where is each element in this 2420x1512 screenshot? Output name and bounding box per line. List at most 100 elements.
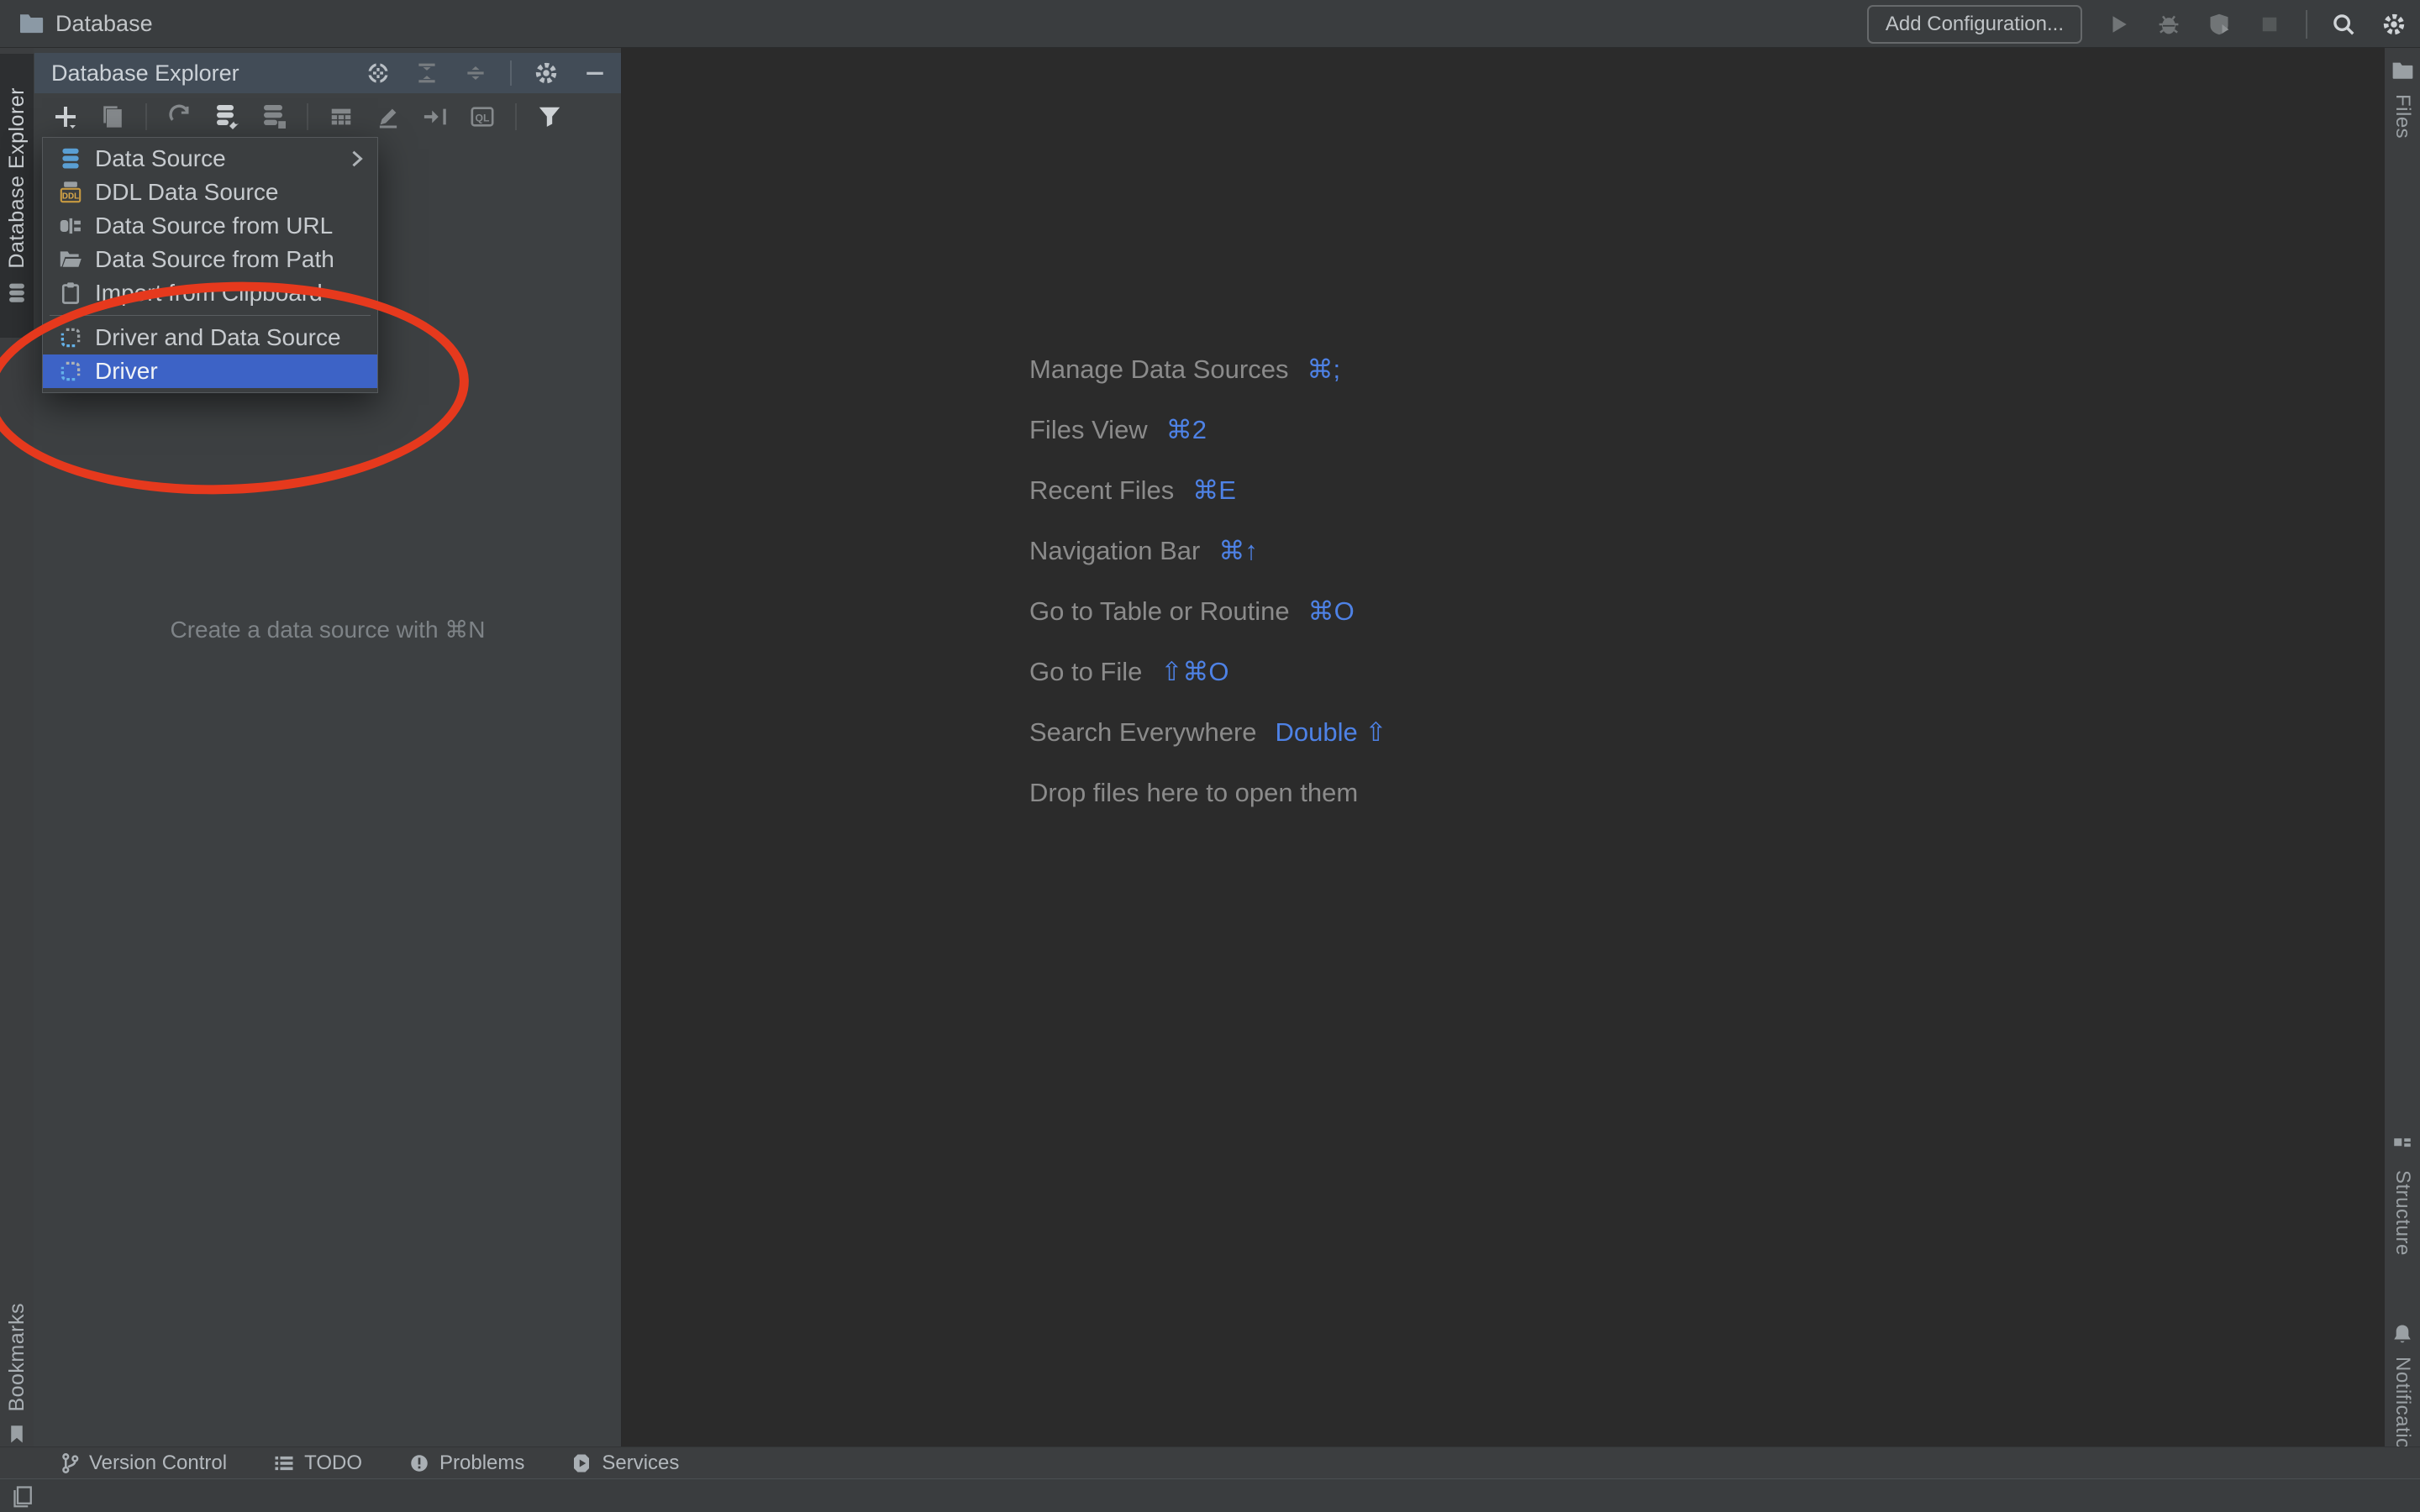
console-ql-icon[interactable]: QL: [468, 102, 497, 131]
menu-separator: [43, 310, 377, 321]
table-grid-icon[interactable]: [327, 102, 355, 131]
tool-button-services[interactable]: Services: [571, 1452, 679, 1475]
sidebar-tab-label: Structure: [2391, 1170, 2414, 1256]
shortcut-row[interactable]: Navigation Bar ⌘↑: [1029, 521, 1386, 581]
menu-item-driver-and-data-source[interactable]: Driver and Data Source: [43, 321, 377, 354]
explorer-toolbar: QL: [34, 93, 621, 140]
shortcut-label: Manage Data Sources: [1029, 354, 1289, 384]
tool-button-label: Version Control: [89, 1451, 228, 1474]
header-separator: [510, 60, 512, 86]
menu-item-label: Data Source: [95, 145, 226, 171]
refresh-icon[interactable]: [166, 102, 194, 131]
collapse-all-icon[interactable]: [461, 59, 490, 87]
sidebar-tab-label: Database Explorer: [4, 87, 29, 269]
stop-icon[interactable]: [2255, 10, 2284, 39]
menu-item-label: DDL Data Source: [95, 179, 279, 205]
edit-pencil-icon[interactable]: [374, 102, 402, 131]
left-tool-stripe: Database Explorer Bookmarks: [0, 48, 34, 1478]
toolbar-separator: [515, 103, 517, 130]
git-branch-icon: [60, 1452, 79, 1474]
database-detach-icon[interactable]: [260, 102, 288, 131]
ide-window: { "titlebar": { "project": "Database", "…: [0, 0, 2420, 1512]
create-data-source-hint: Create a data source with ⌘N: [170, 617, 486, 643]
sidebar-tab-structure[interactable]: Structure: [2385, 1137, 2420, 1313]
tool-button-version-control[interactable]: Version Control: [60, 1452, 227, 1475]
tool-button-problems[interactable]: Problems: [409, 1452, 524, 1475]
sidebar-tab-files[interactable]: Files: [2385, 60, 2420, 241]
add-plus-icon[interactable]: [51, 102, 80, 131]
database-wrench-icon[interactable]: [213, 102, 241, 131]
hide-panel-icon[interactable]: [581, 59, 609, 87]
bell-icon: [2391, 1323, 2413, 1345]
shortcut-row[interactable]: Go to Table or Routine ⌘O: [1029, 581, 1386, 642]
tool-button-label: TODO: [304, 1451, 362, 1474]
menu-item-data-source[interactable]: Data Source: [43, 142, 377, 176]
open-folder-icon: [58, 247, 83, 272]
shortcut-label: Recent Files: [1029, 475, 1175, 505]
project-breadcrumb[interactable]: Database: [0, 11, 153, 37]
driver-icon: [58, 359, 83, 384]
shortcut-keys: ⌘2: [1165, 415, 1207, 444]
bookmark-icon: [7, 1424, 27, 1444]
sidebar-tab-label: Files: [2391, 94, 2414, 139]
menu-item-data-source-from-path[interactable]: Data Source from Path: [43, 243, 377, 276]
menu-item-label: Driver and Data Source: [95, 324, 341, 350]
shortcut-label: Files View: [1029, 415, 1148, 444]
shortcut-row: Drop files here to open them: [1029, 763, 1386, 823]
titlebar-separator: [2306, 9, 2307, 39]
jump-to-icon[interactable]: [421, 102, 450, 131]
menu-item-label: Data Source from Path: [95, 246, 334, 272]
shortcut-row[interactable]: Go to File ⇧⌘O: [1029, 642, 1386, 702]
driver-icon: [58, 325, 83, 350]
tool-button-todo[interactable]: TODO: [274, 1452, 362, 1475]
toolbar-separator: [307, 103, 308, 130]
bottom-tool-bar: Version Control TODO Problems Services: [0, 1446, 2420, 1478]
add-data-source-menu: Data Source DDL DDL Data Source Data Sou…: [42, 137, 378, 393]
shortcut-label: Navigation Bar: [1029, 536, 1201, 565]
sidebar-tab-label: Bookmarks: [4, 1303, 29, 1412]
menu-item-label: Driver: [95, 358, 158, 384]
shortcut-keys: ⌘E: [1192, 475, 1236, 505]
shield-play-icon[interactable]: [2205, 10, 2233, 39]
panel-header: Database Explorer: [34, 53, 621, 93]
problems-icon: [409, 1453, 429, 1473]
add-configuration-button[interactable]: Add Configuration...: [1866, 4, 2082, 44]
tool-button-label: Problems: [439, 1451, 525, 1474]
plug-icon: [58, 213, 83, 239]
svg-text:DDL: DDL: [62, 192, 79, 202]
submenu-chevron-icon: [350, 150, 364, 168]
sidebar-tab-bookmarks[interactable]: Bookmarks: [0, 1298, 34, 1449]
menu-item-data-source-from-url[interactable]: Data Source from URL: [43, 209, 377, 243]
shortcut-keys: Double ⇧: [1275, 717, 1387, 747]
duplicate-icon[interactable]: [98, 102, 127, 131]
run-icon[interactable]: [2104, 10, 2133, 39]
structure-icon: [2392, 1137, 2412, 1157]
panel-options-gear-icon[interactable]: [532, 59, 560, 87]
shortcut-row[interactable]: Recent Files ⌘E: [1029, 460, 1386, 521]
shortcut-row[interactable]: Files View ⌘2: [1029, 400, 1386, 460]
debug-bug-icon[interactable]: [2154, 10, 2183, 39]
sidebar-tab-database-explorer[interactable]: Database Explorer: [0, 54, 34, 338]
right-tool-stripe: Files Structure Notifications: [2385, 48, 2420, 1478]
database-icon: [58, 146, 83, 171]
window-layout-icon[interactable]: [12, 1484, 35, 1508]
menu-item-ddl-data-source[interactable]: DDL DDL Data Source: [43, 176, 377, 209]
expand-all-icon[interactable]: [413, 59, 441, 87]
menu-item-import-from-clipboard[interactable]: Import from Clipboard: [43, 276, 377, 310]
settings-gear-icon[interactable]: [2380, 10, 2408, 39]
shortcut-keys: ⌘↑: [1218, 536, 1258, 565]
shortcut-row[interactable]: Manage Data Sources ⌘;: [1029, 339, 1386, 400]
database-icon: [6, 282, 28, 304]
filter-icon[interactable]: [535, 102, 564, 131]
search-icon[interactable]: [2329, 10, 2358, 39]
menu-item-driver[interactable]: Driver: [43, 354, 377, 388]
clipboard-icon: [58, 281, 83, 306]
services-icon: [571, 1453, 592, 1473]
shortcut-row[interactable]: Search Everywhere Double ⇧: [1029, 702, 1386, 763]
ddl-file-icon: DDL: [58, 180, 83, 205]
locate-target-icon[interactable]: [364, 59, 392, 87]
shortcut-label: Go to File: [1029, 657, 1143, 686]
shortcut-label: Search Everywhere: [1029, 717, 1257, 747]
shortcut-label: Drop files here to open them: [1029, 778, 1359, 807]
title-bar: Database Add Configuration...: [0, 0, 2420, 48]
